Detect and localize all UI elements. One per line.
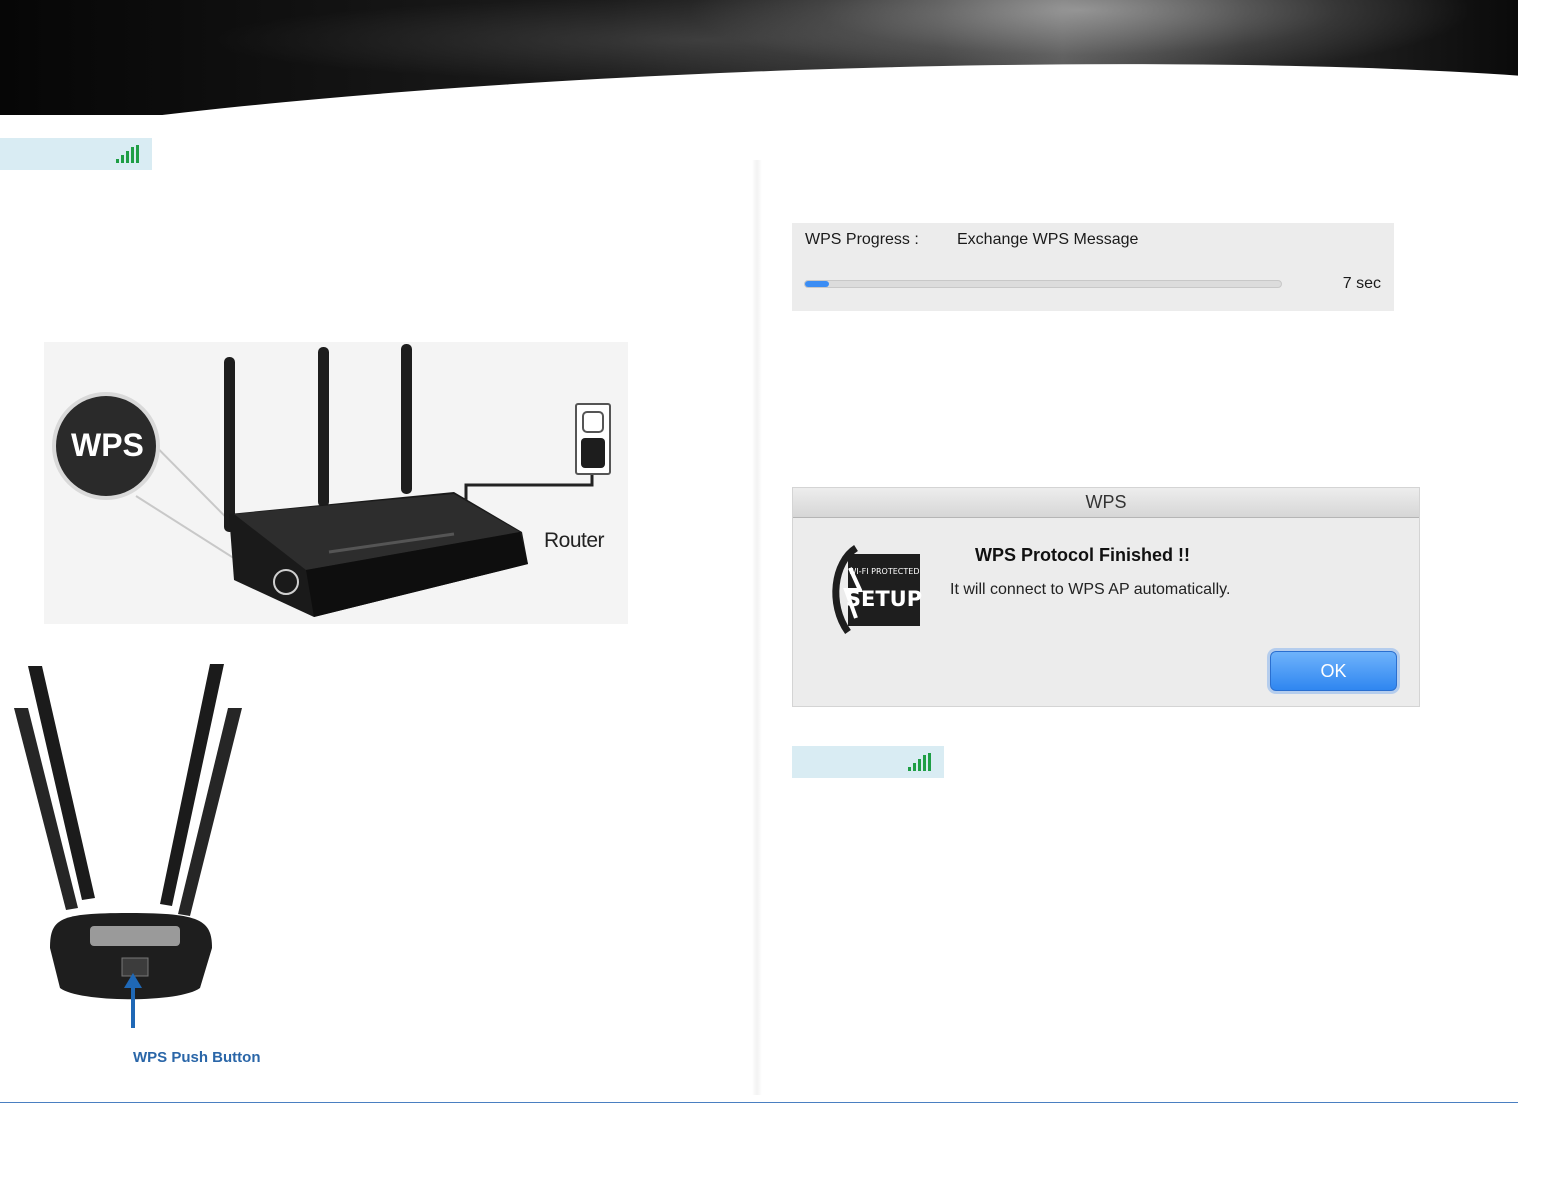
- router-illustration: [44, 342, 628, 624]
- adapter-illustration: [14, 664, 242, 1028]
- wps-progress-label: WPS Progress :: [805, 231, 919, 248]
- wps-progress-bar: [804, 280, 1282, 288]
- wps-finished-dialog: WPS WI-FI PROTECTED SETUP WPS Protocol F…: [792, 487, 1420, 707]
- dialog-title: WPS: [793, 488, 1419, 518]
- logo-text-top: WI-FI PROTECTED: [849, 567, 920, 576]
- wps-progress-status: Exchange WPS Message: [957, 231, 1139, 248]
- wps-push-button-caption: WPS Push Button: [133, 1049, 261, 1066]
- signal-bars-icon: [908, 753, 932, 771]
- wps-badge-text: WPS: [71, 427, 144, 463]
- signal-strength-right: [792, 746, 944, 778]
- signal-bars-icon: [116, 145, 140, 163]
- page-header-banner: [0, 0, 1518, 115]
- column-divider: [752, 160, 762, 1095]
- header-swoosh: [0, 35, 1518, 115]
- wifi-protected-setup-logo-icon: WI-FI PROTECTED SETUP: [832, 545, 922, 635]
- wps-progress-panel: WPS Progress : Exchange WPS Message 7 se…: [792, 223, 1394, 311]
- dialog-heading: WPS Protocol Finished !!: [975, 545, 1190, 565]
- footer-rule: [0, 1102, 1518, 1103]
- dialog-message: It will connect to WPS AP automatically.: [950, 581, 1231, 598]
- wps-progress-remaining: 7 sec: [1342, 275, 1381, 292]
- router-label: Router: [544, 529, 605, 552]
- ok-button[interactable]: OK: [1270, 651, 1397, 691]
- signal-strength-top-left: [0, 138, 152, 170]
- logo-text-main: SETUP: [846, 587, 922, 611]
- wps-progress-fill: [805, 281, 829, 287]
